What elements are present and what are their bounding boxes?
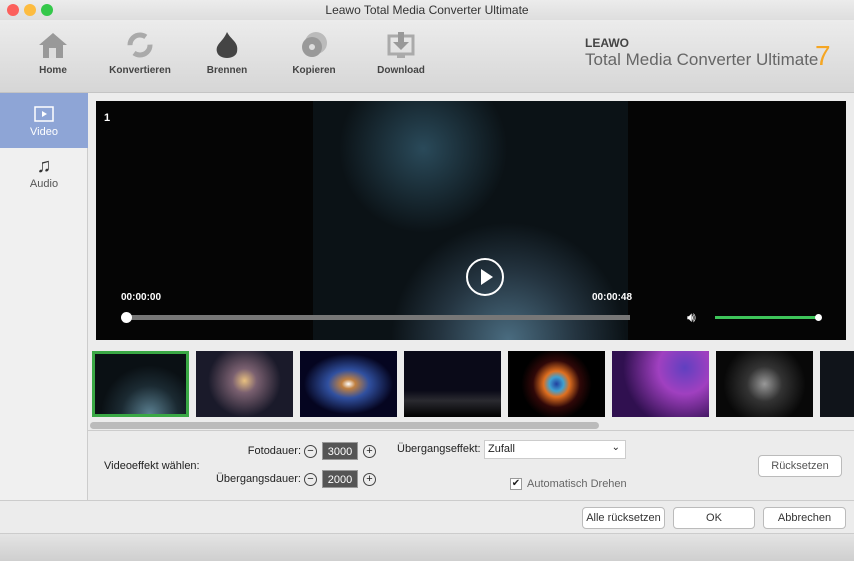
toolbar-label: Home: [39, 65, 67, 76]
thumbnail[interactable]: [92, 351, 189, 417]
close-button[interactable]: [7, 4, 19, 16]
play-button[interactable]: [466, 258, 504, 296]
toolbar-convert[interactable]: Konvertieren: [100, 30, 180, 76]
effect-settings: Videoeffekt wählen: Fotodauer: − 3000 + …: [88, 430, 854, 500]
thumbnail[interactable]: [300, 351, 397, 417]
preview-image: [313, 101, 628, 340]
window-title: Leawo Total Media Converter Ultimate: [325, 3, 529, 17]
video-preview[interactable]: 1 00:00:00 00:00:48 🔊︎: [96, 101, 846, 340]
toolbar-home[interactable]: Home: [13, 30, 93, 76]
title-bar: Leawo Total Media Converter Ultimate: [0, 0, 854, 20]
thumbnail[interactable]: [820, 351, 854, 417]
thumbnail[interactable]: [508, 351, 605, 417]
transition-effect-select[interactable]: Zufall ⌄: [484, 440, 626, 459]
version-number: 7: [815, 40, 831, 71]
seek-handle[interactable]: [121, 312, 132, 323]
current-time: 00:00:00: [121, 292, 162, 303]
toolbar-label: Brennen: [206, 65, 248, 76]
ok-button[interactable]: OK: [673, 507, 755, 529]
reset-all-button[interactable]: Alle rücksetzen: [582, 507, 665, 529]
dialog-buttons: Alle rücksetzen OK Abbrechen: [0, 500, 854, 534]
reset-button[interactable]: Rücksetzen: [758, 455, 842, 477]
selected-value: Zufall: [488, 443, 515, 455]
bottom-bar: [0, 534, 854, 561]
thumbnail[interactable]: [196, 351, 293, 417]
sidebar-item-audio[interactable]: ♫ Audio: [0, 155, 88, 210]
transition-duration-input[interactable]: 2000: [322, 470, 358, 488]
increase-transition-duration-button[interactable]: +: [363, 473, 376, 486]
toolbar-copy[interactable]: Kopieren: [274, 30, 354, 76]
toolbar-burn[interactable]: Brennen: [187, 30, 267, 76]
thumbnail[interactable]: [612, 351, 709, 417]
increase-photo-duration-button[interactable]: +: [363, 445, 376, 458]
thumbnail-strip: [90, 349, 854, 419]
video-icon: [34, 106, 54, 122]
toolbar-label: Download: [377, 65, 425, 76]
volume-slider[interactable]: [715, 316, 818, 319]
cancel-button[interactable]: Abbrechen: [763, 507, 846, 529]
toolbar-label: Konvertieren: [109, 65, 171, 76]
decrease-photo-duration-button[interactable]: −: [304, 445, 317, 458]
photo-duration-label: Fotodauer:: [247, 445, 301, 457]
thumbnail[interactable]: [716, 351, 813, 417]
transition-duration-label: Übergangsdauer:: [215, 473, 301, 485]
slide-index: 1: [104, 112, 111, 124]
auto-rotate-label: Automatisch Drehen: [527, 478, 627, 490]
home-icon: [39, 33, 67, 58]
photo-duration-input[interactable]: 3000: [322, 442, 358, 460]
toolbar: Home Konvertieren Brennen Kopieren Downl…: [0, 20, 854, 93]
play-icon: [481, 269, 493, 285]
seek-bar[interactable]: [126, 315, 630, 320]
sidebar: Video ♫ Audio: [0, 93, 88, 500]
total-time: 00:00:48: [592, 292, 633, 303]
decrease-transition-duration-button[interactable]: −: [304, 473, 317, 486]
effect-label: Videoeffekt wählen:: [104, 460, 200, 472]
volume-icon[interactable]: 🔊︎: [687, 309, 696, 326]
transition-effect-label: Übergangseffekt:: [397, 443, 481, 455]
sidebar-item-label: Audio: [29, 178, 59, 190]
volume-handle[interactable]: [815, 314, 822, 321]
copy-disc-icon: [302, 32, 327, 57]
thumbnail[interactable]: [404, 351, 501, 417]
product-name: Total Media Converter Ultimate: [585, 50, 819, 69]
convert-icon: [127, 32, 153, 58]
chevron-down-icon: ⌄: [611, 442, 620, 453]
minimize-button[interactable]: [24, 4, 36, 16]
maximize-button[interactable]: [41, 4, 53, 16]
burn-icon: [216, 32, 238, 58]
brand-name: LEAWO: [585, 36, 629, 50]
download-icon: [387, 32, 415, 58]
thumbnail-scrollbar[interactable]: [90, 422, 599, 429]
brand-logo: LEAWO Total Media Converter Ultimate 7: [585, 36, 831, 71]
toolbar-download[interactable]: Download: [361, 30, 441, 76]
music-note-icon: ♫: [36, 155, 52, 177]
sidebar-item-video[interactable]: Video: [0, 93, 88, 148]
auto-rotate-checkbox[interactable]: ✔: [510, 478, 522, 490]
sidebar-item-label: Video: [30, 126, 58, 138]
toolbar-label: Kopieren: [292, 65, 336, 76]
